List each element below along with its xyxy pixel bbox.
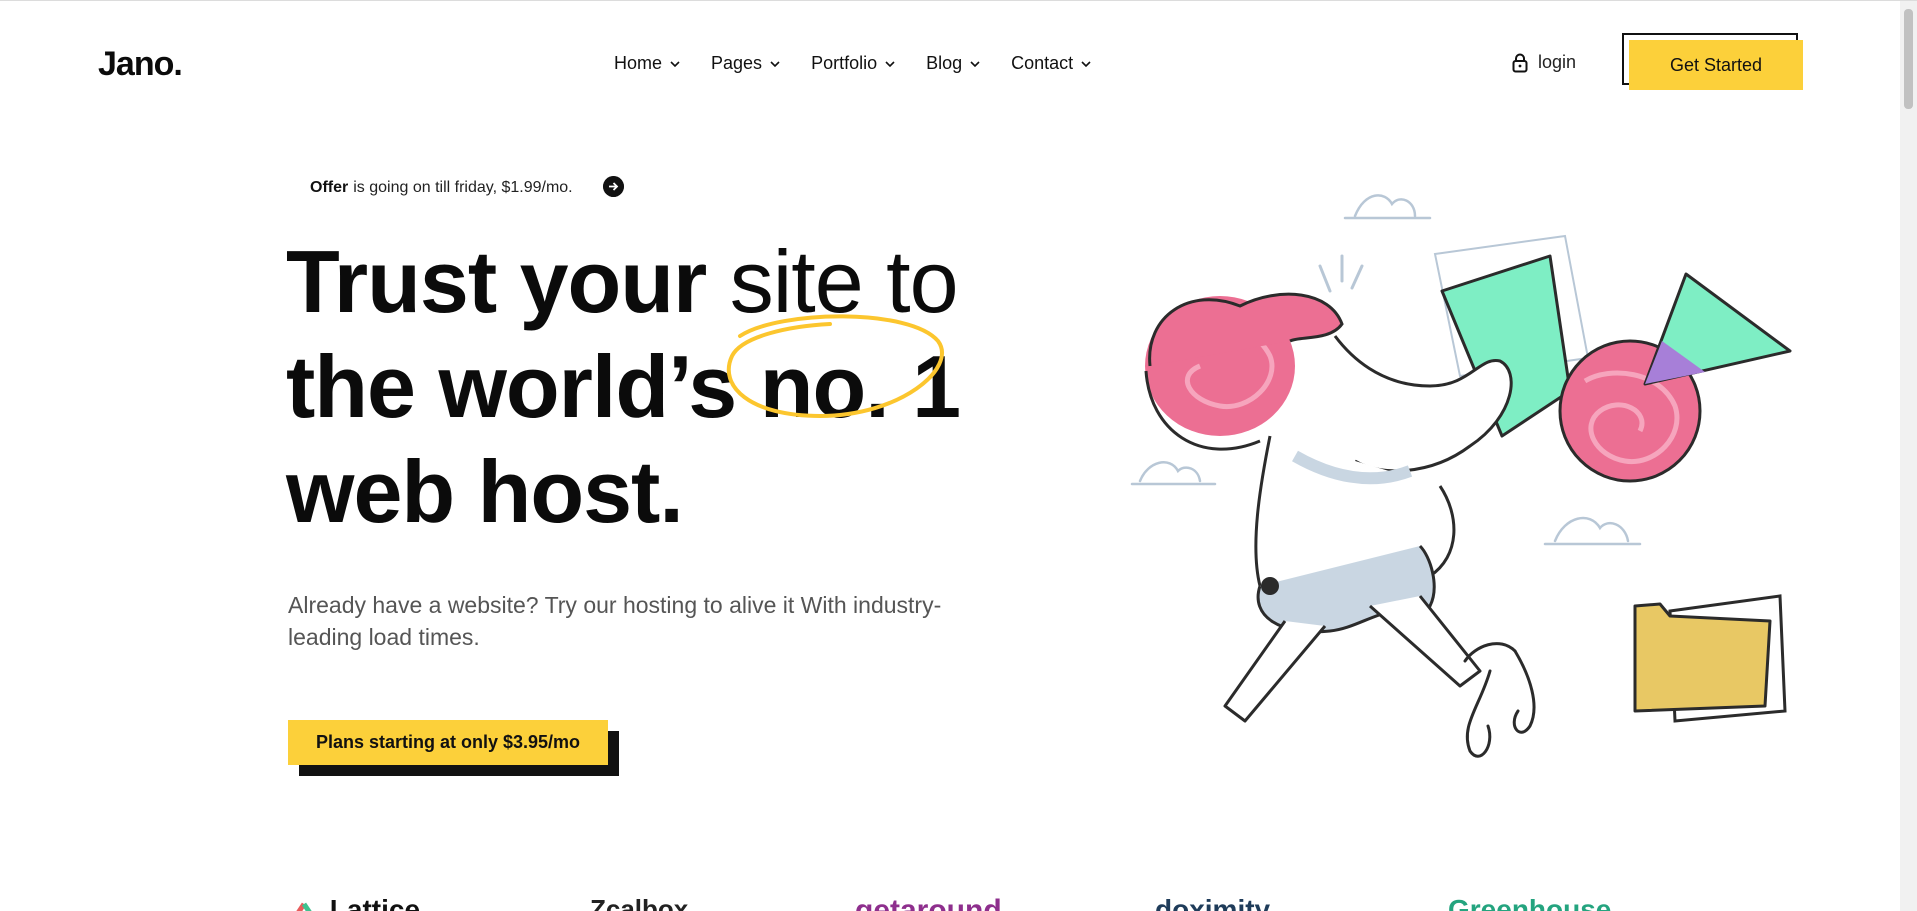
plans-button[interactable]: Plans starting at only $3.95/mo — [288, 720, 608, 765]
offer-text: is going on till friday, $1.99/mo. — [353, 179, 573, 196]
headline-line-2: the world’s no. 1 — [286, 334, 961, 439]
nav-item-label: Blog — [926, 53, 963, 73]
lattice-logo-icon — [296, 902, 312, 911]
brand-getaround: getaround — [855, 894, 1002, 911]
nav-item-blog[interactable]: Blog — [926, 53, 981, 74]
chevron-down-icon — [1081, 60, 1091, 67]
hero-illustration — [1130, 194, 1792, 758]
headline-line-1: Trust your site to — [286, 229, 960, 334]
plans-wrapper: Plans starting at only $3.95/mo — [288, 720, 619, 776]
login-label: login — [1538, 52, 1577, 72]
nav-item-label: Home — [614, 53, 663, 73]
arrow-right-icon[interactable] — [603, 176, 624, 197]
chevron-down-icon — [970, 60, 980, 67]
nav-item-home[interactable]: Home — [614, 53, 681, 74]
headline-highlight: no. 1 — [759, 337, 961, 436]
brand-name: Lattice — [329, 894, 421, 911]
main-nav: Home Pages Portfolio Blog Contact — [614, 53, 1092, 74]
hero-headline: Trust your site to the world’s no. 1 web… — [286, 229, 961, 544]
hero-subtext: Already have a website? Try our hosting … — [288, 592, 942, 650]
headline-line-3: web host. — [286, 442, 684, 541]
headline-text: Trust your — [286, 232, 707, 331]
chevron-down-icon — [670, 60, 680, 67]
lock-icon — [1512, 53, 1528, 72]
offer-banner: Offer is going on till friday, $1.99/mo. — [310, 179, 573, 197]
nav-item-pages[interactable]: Pages — [711, 53, 781, 74]
nav-item-label: Contact — [1011, 53, 1074, 73]
login-link[interactable]: login — [1512, 52, 1576, 73]
page-scrollbar[interactable] — [1900, 1, 1917, 911]
headline-text-light: site to — [729, 232, 959, 331]
nav-item-portfolio[interactable]: Portfolio — [811, 53, 896, 74]
brand-fifth: Greenhouse — [1448, 894, 1612, 911]
get-started-button[interactable]: Get Started — [1629, 40, 1803, 90]
scrollbar-thumb[interactable] — [1904, 9, 1913, 109]
brand-second: Zcalbox — [590, 894, 689, 911]
brand-doximity: doximity — [1155, 894, 1271, 911]
logo[interactable]: Jano. — [98, 45, 183, 84]
get-started-wrapper: Get Started — [1622, 33, 1803, 90]
offer-bold: Offer — [310, 179, 349, 196]
chevron-down-icon — [770, 60, 780, 67]
nav-item-contact[interactable]: Contact — [1011, 53, 1092, 74]
headline-text: the world’s — [286, 337, 737, 436]
brand-lattice: Lattice — [288, 894, 420, 911]
nav-item-label: Pages — [711, 53, 763, 73]
nav-item-label: Portfolio — [811, 53, 878, 73]
chevron-down-icon — [885, 60, 895, 67]
